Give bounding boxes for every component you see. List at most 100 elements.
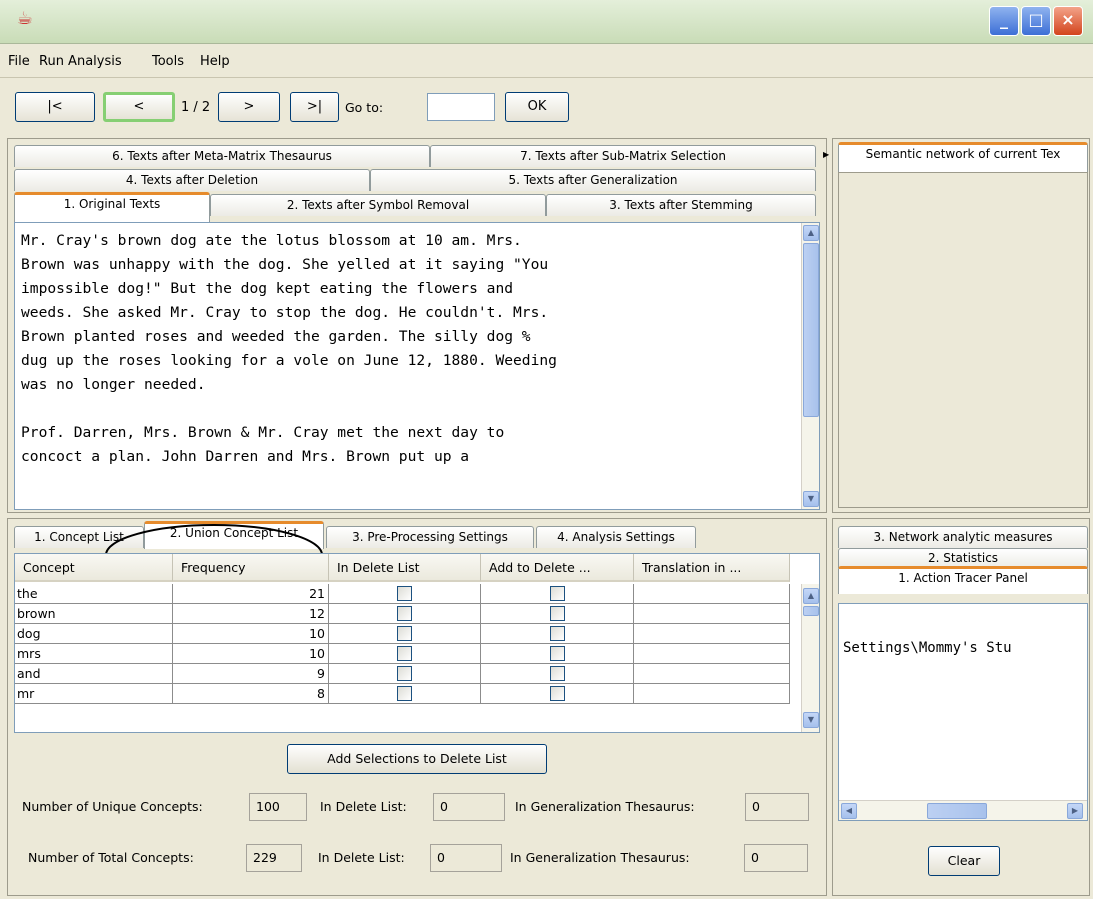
table-row[interactable]: dog 10 (15, 624, 790, 644)
scroll-thumb[interactable] (803, 243, 819, 417)
in-delete-list-cell[interactable] (329, 684, 481, 704)
scroll-down-icon[interactable]: ▼ (803, 491, 819, 507)
table-row[interactable]: and 9 (15, 664, 790, 684)
tab-analysis-settings[interactable]: 4. Analysis Settings (536, 526, 696, 548)
menu-tools[interactable]: Tools (152, 54, 184, 69)
clear-button[interactable]: Clear (928, 846, 1000, 876)
first-page-button[interactable]: |< (15, 92, 95, 122)
menu-run-analysis[interactable]: Run Analysis (39, 54, 122, 69)
add-to-delete-checkbox[interactable] (550, 586, 565, 601)
translation-cell[interactable] (634, 644, 790, 664)
scroll-thumb[interactable] (803, 606, 819, 616)
col-header-in-delete-list[interactable]: In Delete List (329, 554, 481, 582)
table-row[interactable]: the 21 (15, 584, 790, 604)
maximize-button[interactable]: □ (1021, 6, 1051, 36)
translation-cell[interactable] (634, 664, 790, 684)
concept-cell[interactable]: brown (15, 604, 173, 624)
in-delete-list-cell[interactable] (329, 664, 481, 684)
in-delete-list-cell[interactable] (329, 644, 481, 664)
translation-cell[interactable] (634, 604, 790, 624)
tab-symbol-removal[interactable]: 2. Texts after Symbol Removal (210, 194, 546, 216)
add-to-delete-checkbox[interactable] (550, 626, 565, 641)
concept-cell[interactable]: and (15, 664, 173, 684)
add-to-delete-checkbox[interactable] (550, 646, 565, 661)
tab-after-deletion[interactable]: 4. Texts after Deletion (14, 169, 370, 191)
table-scrollbar[interactable]: ▲ ▼ (801, 584, 819, 732)
concept-cell[interactable]: mrs (15, 644, 173, 664)
tab-after-stemming[interactable]: 3. Texts after Stemming (546, 194, 816, 216)
last-page-button[interactable]: >| (290, 92, 339, 122)
frequency-cell[interactable]: 9 (173, 664, 329, 684)
tab-action-tracer[interactable]: 1. Action Tracer Panel (838, 566, 1088, 594)
in-delete-list-cell[interactable] (329, 584, 481, 604)
next-page-button[interactable]: > (218, 92, 280, 122)
add-to-delete-cell[interactable] (481, 684, 634, 704)
menu-file[interactable]: File (8, 54, 30, 69)
scroll-up-icon[interactable]: ▲ (803, 588, 819, 604)
frequency-cell[interactable]: 10 (173, 624, 329, 644)
union-concept-table[interactable]: Concept Frequency In Delete List Add to … (14, 553, 820, 733)
table-row[interactable]: brown 12 (15, 604, 790, 624)
in-delete-list-checkbox[interactable] (397, 646, 412, 661)
col-header-frequency[interactable]: Frequency (173, 554, 329, 582)
concept-cell[interactable]: mr (15, 684, 173, 704)
tab-statistics[interactable]: 2. Statistics (838, 548, 1088, 568)
in-delete-list-checkbox[interactable] (397, 686, 412, 701)
scroll-thumb[interactable] (927, 803, 987, 819)
concept-cell[interactable]: the (15, 584, 173, 604)
tracer-text-area[interactable]: Settings\Mommy's Stu ◀ ▶ (838, 603, 1088, 821)
frequency-cell[interactable]: 8 (173, 684, 329, 704)
frequency-cell[interactable]: 12 (173, 604, 329, 624)
in-delete-list-cell[interactable] (329, 604, 481, 624)
add-to-delete-cell[interactable] (481, 584, 634, 604)
in-delete-list-checkbox[interactable] (397, 586, 412, 601)
in-delete-list-checkbox[interactable] (397, 606, 412, 621)
col-header-concept[interactable]: Concept (15, 554, 173, 582)
menu-help[interactable]: Help (200, 54, 230, 69)
tab-meta-matrix-thesaurus[interactable]: 6. Texts after Meta-Matrix Thesaurus (14, 145, 430, 167)
table-row[interactable]: mr 8 (15, 684, 790, 704)
translation-cell[interactable] (634, 584, 790, 604)
add-to-delete-checkbox[interactable] (550, 686, 565, 701)
in-delete-list-checkbox[interactable] (397, 626, 412, 641)
generalization-total-value: 0 (744, 844, 808, 872)
ok-button[interactable]: OK (505, 92, 569, 122)
tab-after-generalization[interactable]: 5. Texts after Generalization (370, 169, 816, 191)
concept-cell[interactable]: dog (15, 624, 173, 644)
tab-scroll-arrow-icon[interactable]: ▶ (823, 150, 829, 159)
minimize-button[interactable]: _ (989, 6, 1019, 36)
frequency-cell[interactable]: 10 (173, 644, 329, 664)
add-to-delete-cell[interactable] (481, 604, 634, 624)
scroll-right-icon[interactable]: ▶ (1067, 803, 1083, 819)
goto-input[interactable] (427, 93, 495, 121)
add-to-delete-cell[interactable] (481, 644, 634, 664)
col-header-add-to-delete[interactable]: Add to Delete ... (481, 554, 634, 582)
add-to-delete-cell[interactable] (481, 624, 634, 644)
tab-original-texts[interactable]: 1. Original Texts (14, 192, 210, 222)
scroll-down-icon[interactable]: ▼ (803, 712, 819, 728)
close-button[interactable]: × (1053, 6, 1083, 36)
tab-pre-processing-settings[interactable]: 3. Pre-Processing Settings (326, 526, 534, 548)
scroll-up-icon[interactable]: ▲ (803, 225, 819, 241)
add-to-delete-checkbox[interactable] (550, 606, 565, 621)
in-delete-list-checkbox[interactable] (397, 666, 412, 681)
tab-sub-matrix-selection[interactable]: 7. Texts after Sub-Matrix Selection (430, 145, 816, 167)
table-row[interactable]: mrs 10 (15, 644, 790, 664)
tab-semantic-network[interactable]: Semantic network of current Tex (838, 142, 1088, 172)
scroll-left-icon[interactable]: ◀ (841, 803, 857, 819)
text-scrollbar[interactable]: ▲ ▼ (801, 223, 819, 509)
tab-network-analytic-measures[interactable]: 3. Network analytic measures (838, 526, 1088, 548)
add-to-delete-cell[interactable] (481, 664, 634, 684)
tracer-hscrollbar[interactable]: ◀ ▶ (839, 800, 1087, 820)
translation-cell[interactable] (634, 684, 790, 704)
add-to-delete-checkbox[interactable] (550, 666, 565, 681)
semantic-network-canvas[interactable] (838, 172, 1088, 508)
col-header-translation[interactable]: Translation in ... (634, 554, 790, 582)
delete-list-unique-value: 0 (433, 793, 505, 821)
in-delete-list-cell[interactable] (329, 624, 481, 644)
frequency-cell[interactable]: 21 (173, 584, 329, 604)
original-text-area[interactable]: Mr. Cray's brown dog ate the lotus bloss… (14, 222, 820, 510)
translation-cell[interactable] (634, 624, 790, 644)
prev-page-button[interactable]: < (103, 92, 175, 122)
add-to-delete-list-button[interactable]: Add Selections to Delete List (287, 744, 547, 774)
